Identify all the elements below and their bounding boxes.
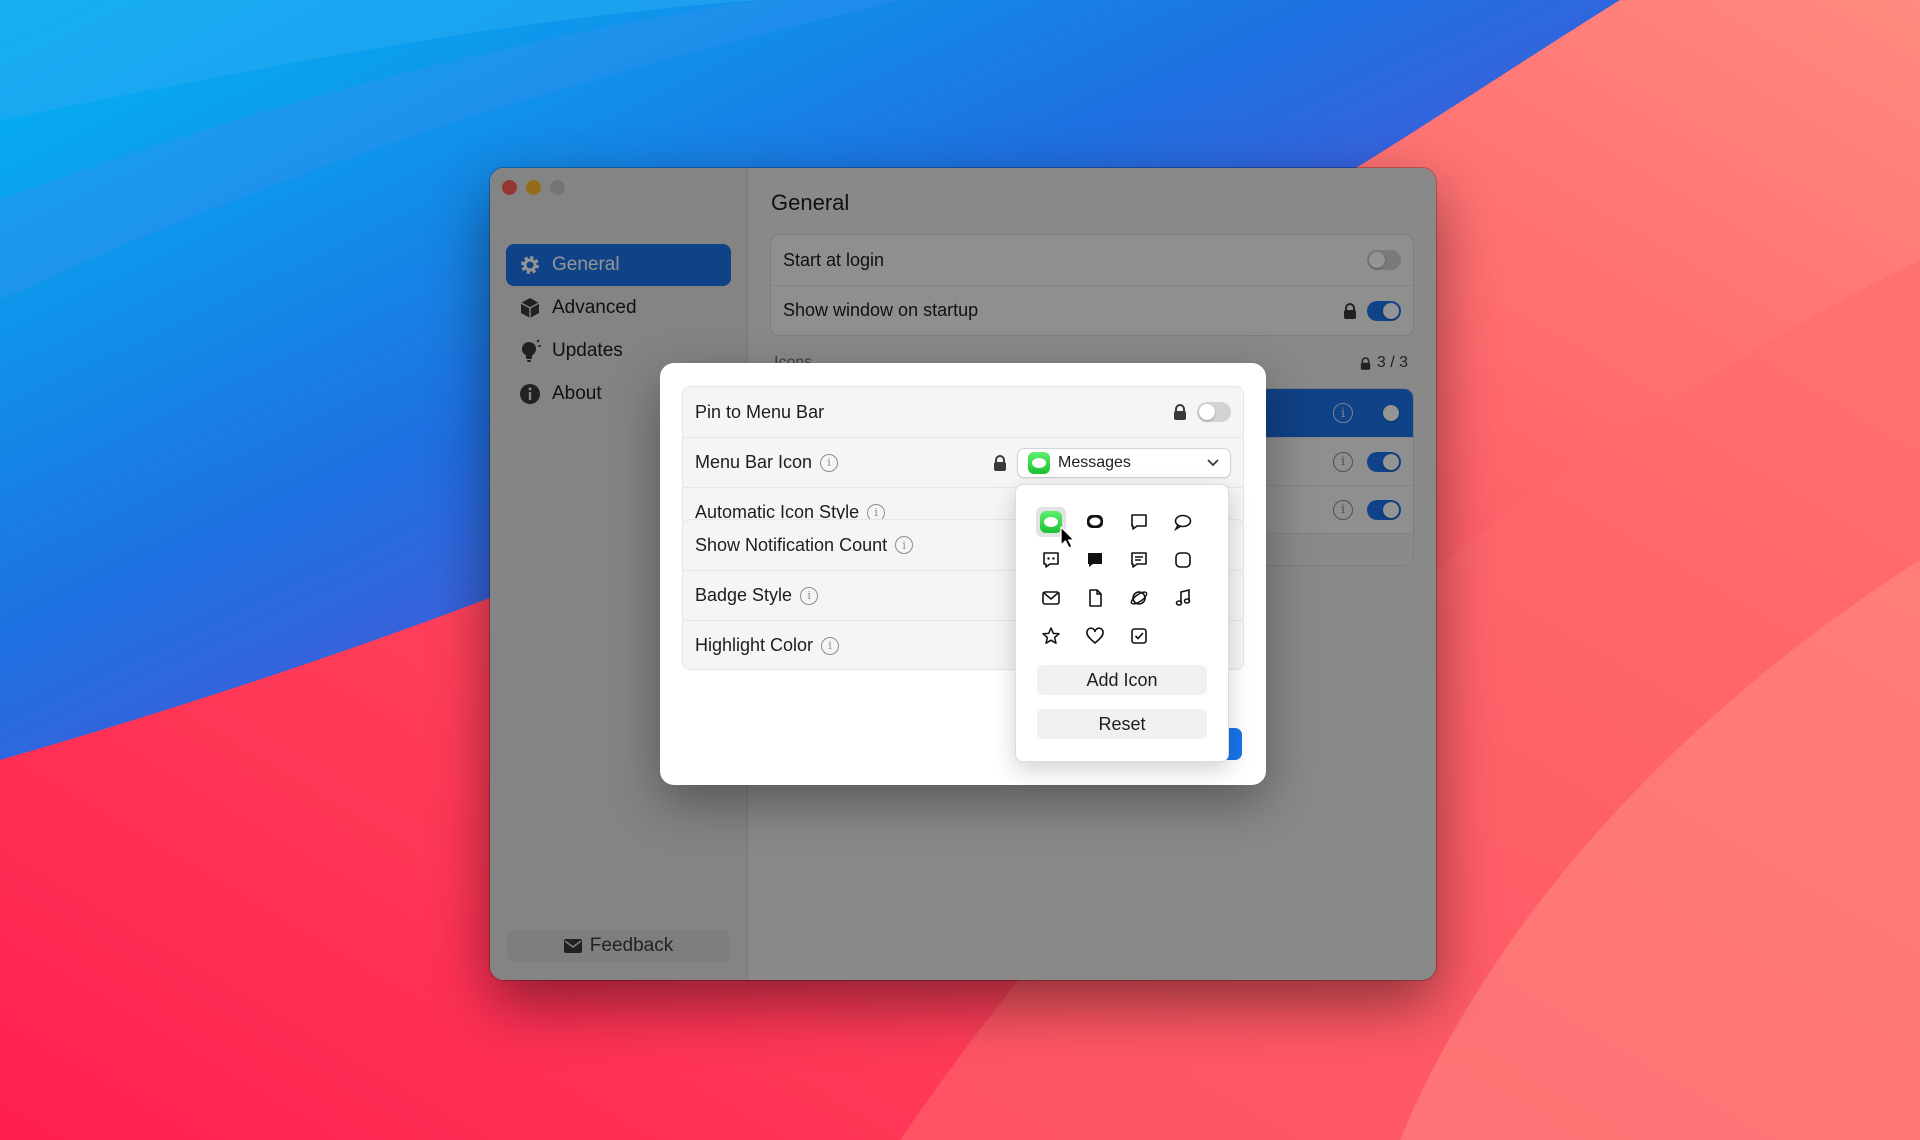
icon-picker-popover: Add Icon Reset [1015,484,1229,762]
pin-to-menu-bar-label: Pin to Menu Bar [695,401,825,422]
info-icon[interactable]: i [821,636,840,655]
planet-icon[interactable] [1124,583,1154,613]
menu-bar-icon-label: Menu Bar Icon [695,452,813,472]
lock-icon [994,454,1006,471]
info-icon[interactable]: i [800,586,819,605]
menu-bar-icon-row: Menu Bar Icon i Messages [683,437,1243,487]
bubble-square-filled-icon[interactable] [1080,545,1110,575]
menu-bar-icon-select[interactable]: Messages [1017,447,1231,478]
show-notification-count-label: Show Notification Count [695,534,888,555]
menu-bar-icon-value: Messages [1058,453,1131,471]
bubble-filled-icon[interactable] [1080,507,1110,537]
heart-icon[interactable] [1080,621,1110,651]
highlight-color-label: Highlight Color [695,635,814,655]
messages-icon [1028,451,1050,474]
document-icon[interactable] [1080,583,1110,613]
star-icon[interactable] [1036,621,1066,651]
checkbox-icon[interactable] [1124,621,1154,651]
rounded-square-icon[interactable] [1168,545,1198,575]
pin-to-menu-bar-row: Pin to Menu Bar [683,387,1243,437]
bubble-round-icon[interactable] [1168,507,1198,537]
music-note-icon[interactable] [1168,583,1198,613]
info-icon[interactable]: i [895,536,914,554]
info-icon[interactable]: i [820,453,839,472]
lock-icon [1174,404,1186,420]
reset-button[interactable]: Reset [1037,709,1207,739]
bubble-text-icon[interactable] [1124,545,1154,575]
pin-to-menu-bar-toggle[interactable] [1197,402,1231,422]
chevron-down-icon [1207,458,1219,466]
mouse-cursor-icon [1060,526,1075,549]
envelope-icon[interactable] [1036,583,1066,613]
add-icon-button[interactable]: Add Icon [1037,665,1207,695]
badge-style-label: Badge Style [695,585,793,605]
bubble-square-icon[interactable] [1124,507,1154,537]
